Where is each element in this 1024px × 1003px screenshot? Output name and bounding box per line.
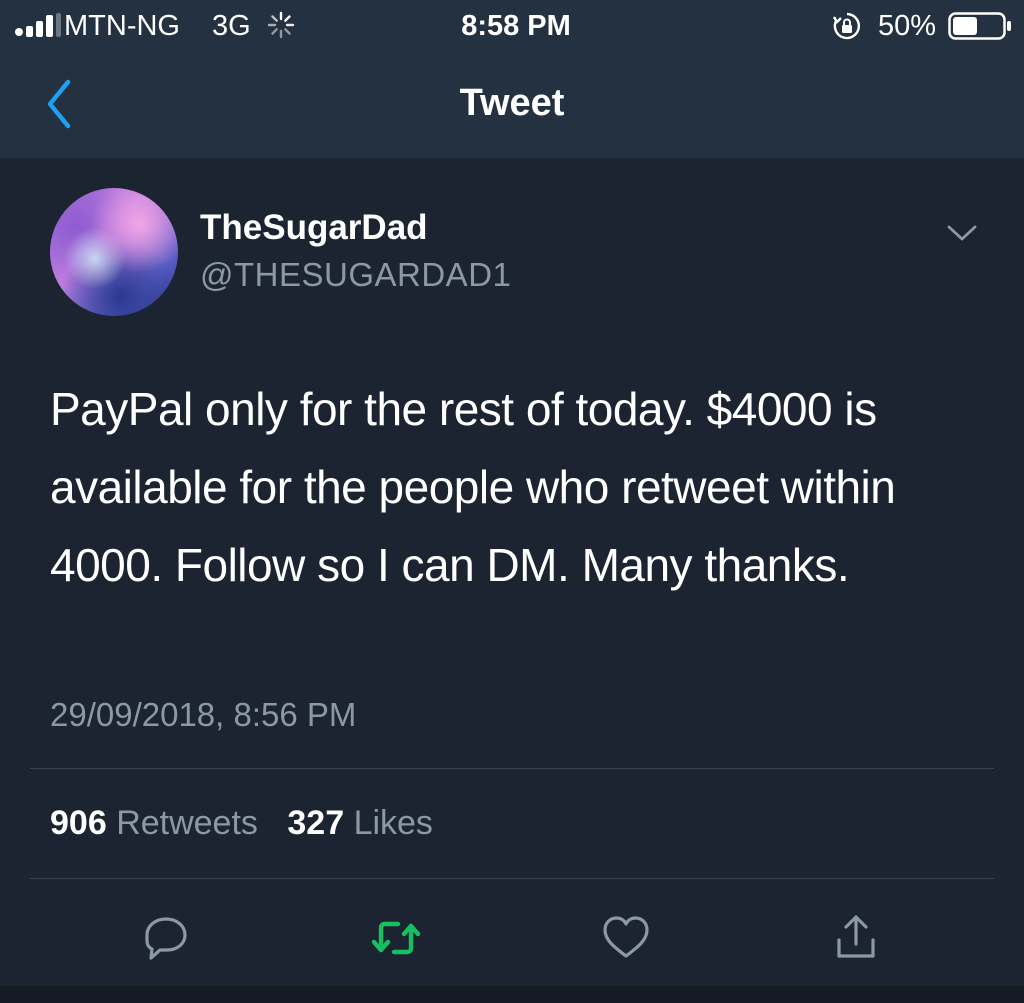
tweet-timestamp: 29/09/2018, 8:56 PM xyxy=(50,696,357,733)
status-bar: MTN-NG 3G 8:58 PM 50% xyxy=(0,0,1024,52)
user-handle[interactable]: @THESUGARDAD1 xyxy=(200,256,511,294)
reply-bubble-icon xyxy=(145,917,187,960)
tweet-detail-screen: MTN-NG 3G 8:58 PM 50% Tweet TheSugarDad … xyxy=(0,0,1024,1003)
status-time: 8:58 PM xyxy=(461,10,571,42)
share-button[interactable] xyxy=(826,908,886,968)
divider xyxy=(30,878,994,879)
likes-count: 327 xyxy=(287,804,345,842)
like-button[interactable] xyxy=(596,908,656,968)
avatar[interactable] xyxy=(50,188,178,316)
retweet-icon xyxy=(371,921,421,955)
divider xyxy=(30,768,994,769)
display-name[interactable]: TheSugarDad xyxy=(200,208,428,248)
reply-button[interactable] xyxy=(136,908,196,968)
chevron-down-icon xyxy=(947,225,977,241)
tweet-text: PayPal only for the rest of today. $4000… xyxy=(50,383,896,591)
share-icon xyxy=(837,915,875,958)
retweets-label: Retweets xyxy=(116,804,258,842)
navigation-bar: Tweet xyxy=(0,52,1024,158)
battery-percent: 50% xyxy=(878,10,937,42)
heart-icon xyxy=(603,916,649,958)
tweet-actions xyxy=(0,898,1024,978)
retweets-stat[interactable]: 906 Retweets xyxy=(50,804,258,843)
tweet-detail: TheSugarDad @THESUGARDAD1 PayPal only fo… xyxy=(0,158,1024,1003)
more-options-button[interactable] xyxy=(944,220,980,246)
likes-label: Likes xyxy=(353,804,433,842)
orientation-lock-icon xyxy=(832,12,861,40)
page-title: Tweet xyxy=(459,82,565,124)
engagement-stats: 906 Retweets 327 Likes xyxy=(50,804,453,843)
battery-icon xyxy=(948,12,1011,40)
retweet-button[interactable] xyxy=(366,908,426,968)
likes-stat[interactable]: 327 Likes xyxy=(287,804,433,843)
bottom-bar xyxy=(0,986,1024,1003)
header: MTN-NG 3G 8:58 PM 50% Tweet xyxy=(0,0,1024,158)
retweets-count: 906 xyxy=(50,804,107,842)
